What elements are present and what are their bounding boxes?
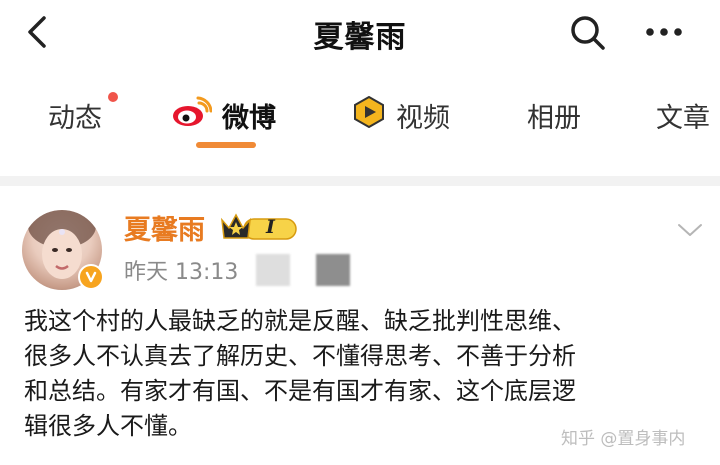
search-icon <box>571 16 605 50</box>
post-body: 我这个村的人最缺乏的就是反醒、缺乏批判性思维、 很多人不认真去了解历史、不懂得思… <box>24 304 714 444</box>
crown-icon <box>220 213 297 240</box>
post-time: 昨天 13:13 <box>124 260 239 285</box>
section-divider <box>0 176 720 186</box>
tab-label: 微博 <box>222 103 276 134</box>
post-menu-button[interactable] <box>676 220 704 240</box>
post-text-line: 我这个村的人最缺乏的就是反醒、缺乏批判性思维、 <box>24 307 576 335</box>
redacted-source <box>316 254 350 286</box>
tab-album[interactable]: 相册 <box>527 96 581 135</box>
post-text-line: 很多人不认真去了解历史、不懂得思考、不善于分析 <box>24 342 576 370</box>
profile-tabs: 动态 微博 视频 相册 文章 <box>0 82 720 152</box>
top-bar: 夏馨雨 <box>0 0 720 62</box>
tab-label: 视频 <box>396 103 450 134</box>
author-name[interactable]: 夏馨雨 <box>124 208 205 247</box>
more-icon <box>646 28 682 36</box>
tab-video[interactable]: 视频 <box>352 95 450 135</box>
tab-feed[interactable]: 动态 <box>48 96 102 135</box>
profile-page: 夏馨雨 动态 微博 视频 相册 文章 夏馨雨 I 昨天 13:13 我这个村的人… <box>0 0 720 465</box>
tab-label: 相册 <box>527 103 581 134</box>
vip-badge: I <box>218 208 300 246</box>
tab-label: 动态 <box>48 103 102 134</box>
active-tab-indicator <box>196 142 256 148</box>
vip-level: I <box>266 216 275 238</box>
more-button[interactable] <box>642 18 690 46</box>
post-text-line: 和总结。有家才有国、不是有国才有家、这个底层逻 <box>24 377 576 405</box>
chevron-down-icon <box>678 224 702 236</box>
page-title: 夏馨雨 <box>313 20 407 55</box>
search-button[interactable] <box>568 13 608 53</box>
tab-articles[interactable]: 文章 <box>656 96 710 135</box>
tab-weibo[interactable]: 微博 <box>172 96 276 135</box>
tab-label: 文章 <box>656 103 710 134</box>
weibo-logo-icon <box>172 96 213 135</box>
notification-dot <box>108 92 118 102</box>
video-icon <box>352 95 386 135</box>
watermark: 知乎 @置身事内 <box>561 429 686 449</box>
redacted-source <box>256 254 290 286</box>
verified-icon <box>78 264 104 290</box>
